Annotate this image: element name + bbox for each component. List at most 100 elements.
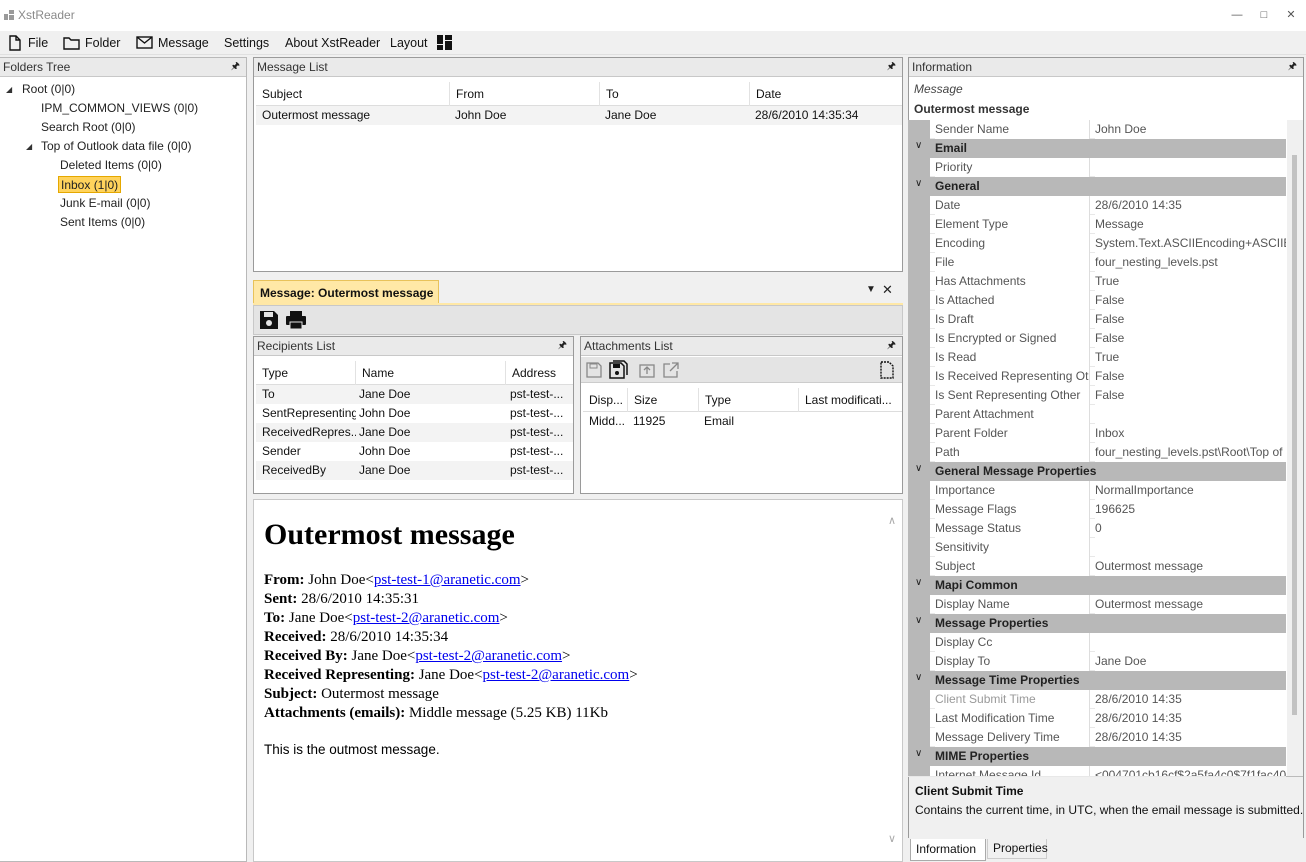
property-row[interactable]: Sender Name John Doe (908, 120, 1286, 139)
collapse-caret-icon[interactable]: ∨ (915, 615, 922, 626)
property-row[interactable]: Parent Folder Inbox (908, 424, 1286, 443)
received-rep-email-link[interactable]: pst-test-2@aranetic.com (483, 667, 630, 683)
table-row[interactable]: To Jane Doe pst-test-... (256, 385, 573, 404)
collapse-caret-icon[interactable]: ∨ (915, 577, 922, 588)
property-row[interactable]: Is Sent Representing Other False (908, 386, 1286, 405)
to-email-link[interactable]: pst-test-2@aranetic.com (353, 610, 500, 626)
folder-junk-email[interactable]: Junk E-mail (0|0) (60, 195, 150, 212)
property-row[interactable]: Is Encrypted or Signed False (908, 329, 1286, 348)
property-row[interactable]: Element Type Message (908, 215, 1286, 234)
property-row[interactable]: Encoding System.Text.ASCIIEncoding+ASCIIE… (908, 234, 1286, 253)
table-row[interactable]: Sender John Doe pst-test-... (256, 442, 573, 461)
column-size[interactable]: Size (628, 388, 699, 412)
property-row[interactable]: Display To Jane Doe (908, 652, 1286, 671)
property-category[interactable]: ∨ Message Properties (908, 614, 1286, 633)
scroll-thumb[interactable] (1292, 155, 1297, 715)
pin-icon[interactable]: 🖈 (1288, 58, 1297, 76)
property-row[interactable]: Is Draft False (908, 310, 1286, 329)
property-row[interactable]: Display Name Outermost message (908, 595, 1286, 614)
folder-sent-items[interactable]: Sent Items (0|0) (60, 214, 145, 231)
dropdown-icon[interactable]: ▼ (866, 284, 876, 295)
property-grid-scrollbar[interactable] (1287, 120, 1303, 776)
property-row[interactable]: File four_nesting_levels.pst (908, 253, 1286, 272)
column-from[interactable]: From (450, 82, 600, 106)
property-category[interactable]: ∨ MIME Properties (908, 747, 1286, 766)
table-row[interactable]: Midd... 11925 Email (583, 412, 902, 431)
column-name[interactable]: Name (356, 361, 506, 385)
property-row[interactable]: Message Flags 196625 (908, 500, 1286, 519)
folder-deleted-items[interactable]: Deleted Items (0|0) (60, 157, 162, 174)
settings-menu[interactable]: Settings (224, 34, 269, 52)
document-icon[interactable] (879, 361, 895, 379)
folder-menu[interactable]: Folder (63, 34, 123, 52)
property-row[interactable]: Message Status 0 (908, 519, 1286, 538)
print-icon[interactable] (285, 310, 307, 330)
property-row[interactable]: Has Attachments True (908, 272, 1286, 291)
property-row[interactable]: Display Cc (908, 633, 1286, 652)
column-address[interactable]: Address (506, 361, 573, 385)
property-row[interactable]: Message Delivery Time 28/6/2010 14:35 (908, 728, 1286, 747)
table-row[interactable]: Outermost message John Doe Jane Doe 28/6… (256, 106, 902, 125)
collapse-caret-icon[interactable]: ∨ (915, 140, 922, 151)
pin-icon[interactable]: 🖈 (231, 58, 240, 76)
layout-menu[interactable]: Layout (390, 34, 456, 52)
collapse-caret-icon[interactable]: ∨ (915, 463, 922, 474)
property-row[interactable]: Subject Outermost message (908, 557, 1286, 576)
folder-search-root[interactable]: Search Root (0|0) (41, 119, 136, 136)
property-row[interactable]: Is Attached False (908, 291, 1286, 310)
from-email-link[interactable]: pst-test-1@aranetic.com (374, 572, 521, 588)
about-menu[interactable]: About XstReader (285, 34, 380, 52)
open-attachment-icon[interactable] (639, 362, 655, 378)
tab-information[interactable]: Information (910, 839, 986, 861)
property-row[interactable]: Is Received Representing Other False (908, 367, 1286, 386)
folder-top-of-outlook[interactable]: Top of Outlook data file (0|0) (41, 138, 192, 155)
expand-arrow-icon[interactable]: ◢ (26, 142, 32, 151)
property-row[interactable]: Client Submit Time 28/6/2010 14:35 (908, 690, 1286, 709)
column-subject[interactable]: Subject (256, 82, 450, 106)
received-by-email-link[interactable]: pst-test-2@aranetic.com (415, 648, 562, 664)
table-row[interactable]: SentRepresenting John Doe pst-test-... (256, 404, 573, 423)
tab-properties[interactable]: Properties (987, 839, 1048, 859)
pin-icon[interactable]: 🖈 (887, 337, 896, 355)
column-type[interactable]: Type (699, 388, 799, 412)
tab-message[interactable]: Message: Outermost message (253, 280, 439, 304)
property-category[interactable]: ∨ General (908, 177, 1286, 196)
folder-inbox[interactable]: Inbox (1|0) (58, 176, 122, 193)
close-tab-icon[interactable]: ✕ (882, 282, 893, 298)
folder-ipm-common-views[interactable]: IPM_COMMON_VIEWS (0|0) (41, 100, 198, 117)
pin-icon[interactable]: 🖈 (887, 58, 896, 76)
property-category[interactable]: ∨ Email (908, 139, 1286, 158)
table-row[interactable]: ReceivedBy Jane Doe pst-test-... (256, 461, 573, 480)
message-menu[interactable]: Message (136, 34, 209, 52)
property-row[interactable]: Importance NormalImportance (908, 481, 1286, 500)
collapse-caret-icon[interactable]: ∨ (915, 748, 922, 759)
folder-root[interactable]: Root (0|0) (22, 81, 75, 98)
property-row[interactable]: Parent Attachment (908, 405, 1286, 424)
property-row[interactable]: Date 28/6/2010 14:35 (908, 196, 1286, 215)
property-row[interactable]: Priority (908, 158, 1286, 177)
column-to[interactable]: To (600, 82, 750, 106)
property-category[interactable]: ∨ General Message Properties (908, 462, 1286, 481)
property-row[interactable]: Last Modification Time 28/6/2010 14:35 (908, 709, 1286, 728)
column-type[interactable]: Type (256, 361, 356, 385)
minimize-button[interactable]: — (1225, 6, 1249, 24)
property-category[interactable]: ∨ Message Time Properties (908, 671, 1286, 690)
close-button[interactable]: ✕ (1279, 6, 1303, 24)
table-row[interactable]: ReceivedRepres... Jane Doe pst-test-... (256, 423, 573, 442)
property-category[interactable]: ∨ Mapi Common (908, 576, 1286, 595)
collapse-caret-icon[interactable]: ∨ (915, 178, 922, 189)
collapse-caret-icon[interactable]: ∨ (915, 672, 922, 683)
property-row[interactable]: Sensitivity (908, 538, 1286, 557)
property-row[interactable]: Internet Message Id <004701cb16cf$2a5fa4c… (908, 766, 1286, 777)
column-last-modification[interactable]: Last modificati... (799, 388, 902, 412)
scroll-up-icon[interactable]: ∧ (888, 514, 896, 527)
column-display[interactable]: Disp... (583, 388, 628, 412)
save-all-attachments-icon[interactable] (609, 360, 628, 379)
column-date[interactable]: Date (750, 82, 902, 106)
save-icon[interactable] (259, 310, 279, 330)
scroll-down-icon[interactable]: ∨ (888, 832, 896, 845)
maximize-button[interactable]: □ (1252, 6, 1276, 24)
property-row[interactable]: Is Read True (908, 348, 1286, 367)
external-link-icon[interactable] (663, 362, 679, 378)
email-scrollbar[interactable]: ∧ ∨ (885, 500, 902, 861)
